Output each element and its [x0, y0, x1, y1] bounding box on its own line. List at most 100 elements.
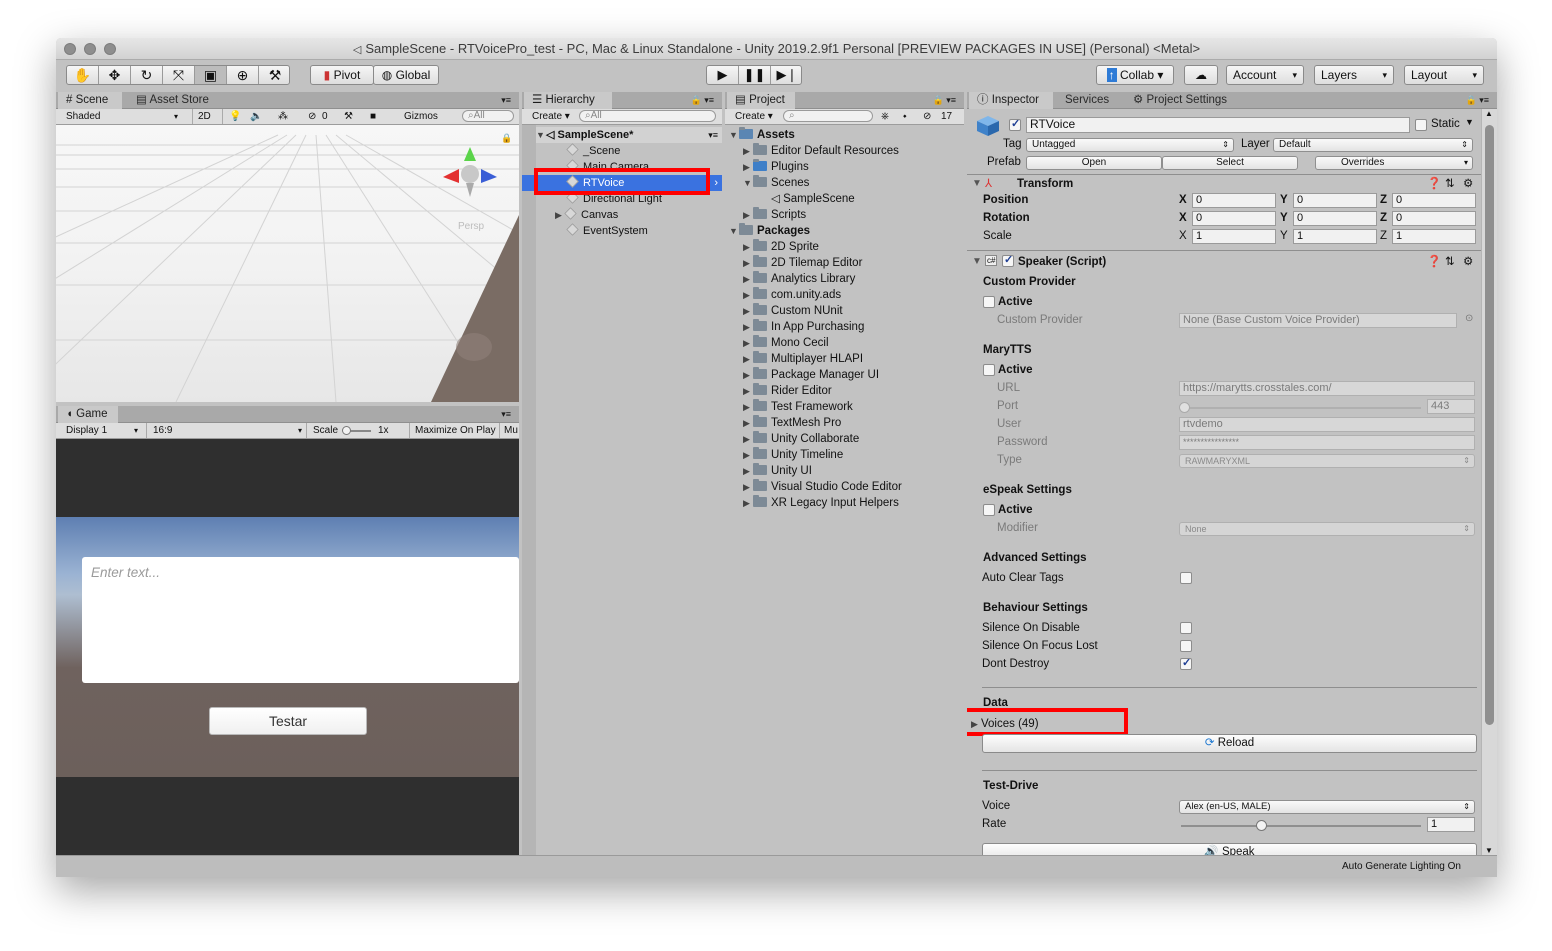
effects-toggle-icon[interactable]: ⁂	[278, 109, 288, 124]
lock-icon[interactable]: 🔒	[501, 133, 512, 144]
camera-icon[interactable]: ■	[370, 109, 376, 124]
silence-on-focus-lost-checkbox[interactable]	[1180, 640, 1192, 652]
testar-button[interactable]: Testar	[209, 707, 367, 735]
port-field[interactable]: 443	[1427, 399, 1475, 414]
collapse-arrow-icon[interactable]: ▼	[972, 256, 982, 267]
expand-arrow-icon[interactable]: ▶	[555, 207, 565, 223]
package-folder[interactable]: ▶ com.unity.ads	[743, 287, 841, 303]
minimize-window-button[interactable]	[84, 43, 96, 55]
dont-destroy-checkbox[interactable]	[1180, 656, 1192, 670]
package-folder[interactable]: ▶ XR Legacy Input Helpers	[743, 495, 899, 511]
assets-folder[interactable]: ▼ Assets	[729, 127, 795, 143]
rate-field[interactable]: 1	[1427, 817, 1475, 832]
package-folder[interactable]: ▶ In App Purchasing	[743, 319, 864, 335]
scene-viewport[interactable]: Persp 🔒	[56, 125, 519, 402]
hidden-objects-icon[interactable]: ⊘	[308, 109, 316, 124]
port-slider-knob[interactable]	[1179, 402, 1190, 413]
transform-tool-icon[interactable]: ⊕	[227, 66, 259, 84]
layer-dropdown[interactable]: Default ⇕	[1273, 138, 1473, 152]
scale-x-field[interactable]: 1	[1192, 229, 1276, 244]
speaker-enabled-checkbox[interactable]	[1002, 253, 1014, 267]
preset-icon[interactable]: ⇅	[1445, 254, 1455, 268]
project-scene-file[interactable]: ◁ SampleScene	[771, 191, 855, 207]
move-tool-icon[interactable]: ✥	[99, 66, 131, 84]
chevron-right-icon[interactable]: ›	[714, 175, 718, 191]
password-field[interactable]: ****************	[1179, 435, 1475, 450]
position-y-field[interactable]: 0	[1293, 193, 1377, 208]
hierarchy-item[interactable]: EventSystem	[566, 223, 648, 239]
close-window-button[interactable]	[64, 43, 76, 55]
scene-row[interactable]: ▼◁ SampleScene* ▾≡	[536, 127, 722, 143]
package-folder[interactable]: ▶ Unity Collaborate	[743, 431, 859, 447]
port-slider[interactable]	[1181, 407, 1421, 409]
expand-arrow-icon[interactable]: ▼	[536, 127, 546, 143]
maximize-on-play-toggle[interactable]: Maximize On Play	[409, 423, 496, 438]
scene-menu-icon[interactable]: ▾≡	[708, 127, 718, 143]
text-input-field[interactable]: Enter text...	[82, 557, 519, 683]
rate-slider[interactable]	[1181, 825, 1421, 827]
panel-menu-icon[interactable]: 🔒 ▾≡	[925, 92, 964, 109]
zoom-window-button[interactable]	[104, 43, 116, 55]
auto-clear-tags-checkbox[interactable]	[1180, 572, 1192, 584]
tab-inspector[interactable]: ⓘ Inspector	[969, 92, 1053, 109]
package-folder[interactable]: ▶ Rider Editor	[743, 383, 832, 399]
package-folder[interactable]: ▶ 2D Sprite	[743, 239, 819, 255]
scale-slider-knob[interactable]	[342, 426, 351, 435]
rotation-y-field[interactable]: 0	[1293, 211, 1377, 226]
gizmos-dropdown[interactable]: Gizmos	[404, 109, 438, 124]
account-dropdown[interactable]: Account ▾	[1226, 65, 1304, 85]
static-checkbox[interactable]	[1415, 119, 1427, 131]
search-by-type-icon[interactable]: ⎈	[881, 109, 889, 124]
expand-arrow-icon[interactable]: ▼	[729, 223, 739, 239]
package-folder[interactable]: ▶ Test Framework	[743, 399, 853, 415]
prefab-select-button[interactable]: Select	[1162, 156, 1298, 170]
position-z-field[interactable]: 0	[1392, 193, 1476, 208]
tab-services[interactable]: Services	[1057, 92, 1117, 109]
object-name-input[interactable]: RTVoice	[1026, 117, 1410, 133]
speak-button[interactable]: 🔊 Speak	[982, 843, 1477, 855]
package-folder[interactable]: ▶ Unity Timeline	[743, 447, 843, 463]
project-folder[interactable]: ▶ Plugins	[743, 159, 809, 175]
play-button-icon[interactable]: ▶	[707, 66, 739, 84]
panel-menu-icon[interactable]: 🔒 ▾≡	[683, 92, 722, 109]
collab-dropdown[interactable]: ↑ Collab ▾	[1096, 65, 1174, 85]
type-dropdown[interactable]: RAWMARYXML ⇕	[1179, 454, 1475, 468]
tab-asset-store[interactable]: ▤ Asset Store	[128, 92, 217, 109]
user-field[interactable]: rtvdemo	[1179, 417, 1475, 432]
project-folder[interactable]: ▶ Editor Default Resources	[743, 143, 899, 159]
tag-dropdown[interactable]: Untagged ⇕	[1026, 138, 1234, 152]
tab-scene[interactable]: # Scene	[58, 92, 122, 109]
prefab-open-button[interactable]: Open	[1026, 156, 1162, 170]
packages-folder[interactable]: ▼ Packages	[729, 223, 810, 239]
package-folder[interactable]: ▶ Custom NUnit	[743, 303, 843, 319]
package-folder[interactable]: ▶ Package Manager UI	[743, 367, 879, 383]
settings-gear-icon[interactable]: ⚙	[1463, 254, 1473, 268]
marytts-active-checkbox[interactable]	[983, 364, 995, 376]
tab-hierarchy[interactable]: ☰ Hierarchy	[524, 92, 612, 109]
settings-gear-icon[interactable]: ⚙	[1463, 176, 1473, 190]
scale-tool-icon[interactable]: ⤧	[163, 66, 195, 84]
project-create-dropdown[interactable]: Create ▾	[735, 109, 773, 124]
package-folder[interactable]: ▶ Mono Cecil	[743, 335, 829, 351]
display-dropdown[interactable]: Display 1	[66, 423, 107, 438]
cloud-button[interactable]: ☁	[1184, 65, 1218, 85]
custom-provider-active-checkbox[interactable]	[983, 296, 995, 308]
layers-dropdown[interactable]: Layers ▾	[1314, 65, 1394, 85]
reload-button[interactable]: ⟳ Reload	[982, 734, 1477, 753]
step-button-icon[interactable]: ▶❘	[771, 66, 803, 84]
shading-mode-dropdown[interactable]: Shaded	[66, 109, 100, 124]
package-folder[interactable]: ▶ Multiplayer HLAPI	[743, 351, 863, 367]
pivot-toggle[interactable]: ▮ Pivot	[310, 65, 374, 85]
package-folder[interactable]: ▶ Visual Studio Code Editor	[743, 479, 902, 495]
scale-z-field[interactable]: 1	[1392, 229, 1476, 244]
package-folder[interactable]: ▶ 2D Tilemap Editor	[743, 255, 862, 271]
aspect-dropdown[interactable]: 16:9	[146, 423, 306, 438]
hierarchy-item[interactable]: _Scene	[566, 143, 620, 159]
custom-provider-field[interactable]: None (Base Custom Voice Provider)	[1179, 313, 1457, 328]
audio-toggle-icon[interactable]: 🔈	[250, 109, 262, 124]
scale-y-field[interactable]: 1	[1293, 229, 1377, 244]
package-folder[interactable]: ▶ TextMesh Pro	[743, 415, 841, 431]
preset-icon[interactable]: ⇅	[1445, 176, 1455, 190]
voice-dropdown[interactable]: Alex (en-US, MALE) ⇕	[1179, 800, 1475, 814]
custom-tool-icon[interactable]: ⚒	[259, 66, 291, 84]
